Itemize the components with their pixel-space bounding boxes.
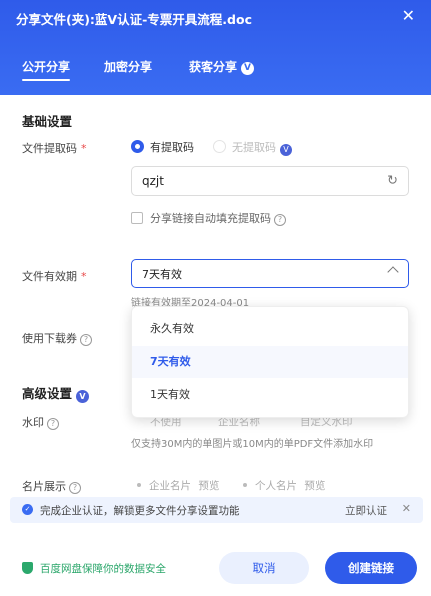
radio-checked-icon	[131, 140, 144, 153]
help-icon[interactable]: ?	[274, 214, 286, 226]
vip-badge-icon: V	[76, 390, 90, 403]
shield-check-icon: ✓	[22, 504, 33, 515]
download-coupon-label: 使用下载券?	[22, 330, 92, 346]
radio-label: 无提取码	[232, 141, 276, 154]
help-icon[interactable]: ?	[69, 482, 81, 494]
chevron-up-icon	[387, 266, 399, 278]
watermark-hint: 仅支持30M内的单图片或10M内的单PDF文件添加水印	[131, 439, 374, 450]
verify-now-link[interactable]: 立即认证	[345, 503, 387, 518]
security-note: 百度网盘保障你的数据安全	[22, 561, 166, 576]
banner-text: 完成企业认证，解锁更多文件分享设置功能	[40, 505, 240, 517]
help-icon[interactable]: ?	[47, 418, 59, 430]
radio-label: 有提取码	[150, 141, 194, 154]
extract-code-value: qzjt	[142, 174, 164, 188]
dialog-header: 分享文件(夹):蓝V认证-专票开具流程.doc ✕ 公开分享 加密分享 获客分享…	[0, 0, 431, 95]
required-mark: *	[81, 270, 87, 283]
radio-without-code[interactable]: 无提取码 V	[213, 139, 292, 156]
card-display-label-text: 名片展示	[22, 480, 66, 493]
cancel-button[interactable]: 取消	[219, 552, 309, 584]
validity-selected-value: 7天有效	[142, 267, 182, 281]
checkbox-icon	[131, 212, 143, 224]
autofill-checkbox[interactable]: 分享链接自动填充提取码?	[131, 210, 286, 226]
dialog-title: 分享文件(夹):蓝V认证-专票开具流程.doc	[16, 12, 252, 27]
preview-link[interactable]: 预览	[304, 480, 325, 492]
validity-label-text: 文件有效期	[22, 270, 77, 283]
radio-dot-icon	[243, 483, 247, 487]
card-option-label: 企业名片	[149, 480, 191, 492]
preview-link[interactable]: 预览	[198, 480, 219, 492]
advanced-settings-title: 高级设置 V	[22, 383, 90, 403]
create-link-button[interactable]: 创建链接	[325, 552, 417, 584]
dropdown-option-1day[interactable]: 1天有效	[132, 379, 408, 411]
tab-encrypted-share[interactable]: 加密分享	[104, 58, 152, 75]
autofill-label: 分享链接自动填充提取码	[150, 212, 271, 225]
radio-with-code[interactable]: 有提取码	[131, 139, 194, 155]
extract-code-label-text: 文件提取码	[22, 142, 77, 155]
vip-badge-icon: V	[241, 62, 255, 75]
help-icon[interactable]: ?	[80, 334, 92, 346]
tab-lead-share[interactable]: 获客分享 V	[189, 58, 255, 75]
validity-label: 文件有效期 *	[22, 268, 87, 284]
extract-code-label: 文件提取码 *	[22, 140, 87, 156]
card-option-label: 个人名片	[255, 480, 297, 492]
extract-code-input[interactable]: qzjt ↻	[131, 166, 409, 196]
enterprise-auth-banner: ✓ 完成企业认证，解锁更多文件分享设置功能 立即认证 ✕	[10, 497, 423, 523]
tab-label: 获客分享	[189, 60, 238, 74]
close-icon[interactable]: ✕	[402, 8, 415, 24]
download-coupon-label-text: 使用下载券	[22, 332, 77, 345]
card-option-personal[interactable]: 个人名片 预览	[243, 478, 325, 493]
dropdown-option-7days[interactable]: 7天有效	[132, 346, 408, 378]
refresh-icon[interactable]: ↻	[387, 174, 398, 189]
vip-badge-icon: V	[280, 144, 292, 156]
validity-dropdown: 永久有效 7天有效 1天有效	[131, 306, 409, 418]
tab-label: 加密分享	[104, 60, 153, 74]
card-option-company[interactable]: 企业名片 预览	[137, 478, 219, 493]
radio-dot-icon	[137, 483, 141, 487]
validity-select[interactable]: 7天有效	[131, 259, 409, 288]
advanced-settings-title-text: 高级设置	[22, 386, 73, 401]
dropdown-option-permanent[interactable]: 永久有效	[132, 313, 408, 345]
watermark-label-text: 水印	[22, 416, 44, 429]
tab-label: 公开分享	[22, 60, 71, 74]
tab-public-share[interactable]: 公开分享	[22, 58, 71, 81]
security-note-text: 百度网盘保障你的数据安全	[40, 563, 166, 575]
radio-unchecked-icon	[213, 140, 226, 153]
watermark-label: 水印?	[22, 414, 59, 430]
required-mark: *	[81, 142, 87, 155]
share-tabs: 公开分享 加密分享 获客分享 V	[0, 56, 431, 84]
card-display-label: 名片展示?	[22, 478, 81, 494]
banner-close-icon[interactable]: ✕	[402, 502, 411, 515]
green-shield-icon	[22, 562, 33, 574]
basic-settings-title: 基础设置	[22, 114, 73, 129]
